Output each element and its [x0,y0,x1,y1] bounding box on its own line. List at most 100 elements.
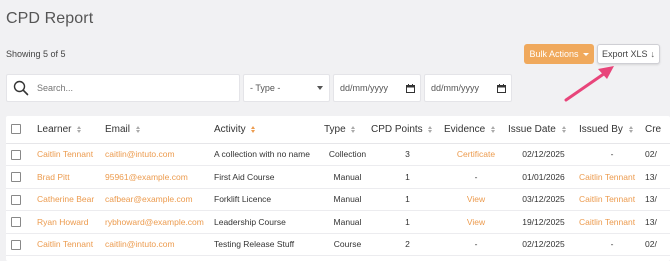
email-link[interactable]: caitlin@intuto.com [105,143,214,166]
email-link[interactable]: rybhoward@example.com [105,210,214,234]
column-label: Activity [214,123,246,135]
email-link-link[interactable]: caitlin@intuto.com [105,239,175,249]
row-checkbox[interactable] [11,194,21,205]
email-link-link[interactable]: cafbear@example.com [105,194,193,204]
email-link-link[interactable]: 95961@example.com [105,172,188,182]
column-header-created[interactable]: Cre [645,116,670,144]
learner-link-link[interactable]: Brad Pitt [37,172,70,182]
column-header-evidence[interactable]: Evidence [444,116,508,144]
column-header-issued-by[interactable]: Issued By [579,116,645,144]
sort-icon[interactable] [561,125,566,133]
sort-icon[interactable] [77,125,82,133]
issued-by-link[interactable]: Caitlin Tennant [579,217,635,227]
column-header-email[interactable]: Email [105,116,214,144]
column-header-learner[interactable]: Learner [37,116,105,144]
evidence-link[interactable]: Certificate [457,149,495,159]
created-cell-text: 02/ [645,239,657,250]
evidence-link[interactable]: View [467,217,485,227]
created-cell: 02/ [645,233,670,256]
issued-by-cell[interactable]: Caitlin Tennant [579,210,645,234]
sort-icon[interactable] [428,125,433,133]
sort-icon[interactable] [135,125,140,133]
learner-link[interactable]: Ryan Howard [37,210,105,234]
row-checkbox[interactable] [11,239,21,250]
issued-by-cell-text: - [610,239,614,250]
issued-by-link[interactable]: Caitlin Tennant [579,172,635,182]
email-link[interactable]: caitlin@intuto.com [105,233,214,256]
activity-cell: First Aid Course [214,165,324,189]
calendar-icon[interactable] [406,83,415,93]
learner-link-link[interactable]: Ryan Howard [37,217,89,227]
email-link-link[interactable]: caitlin@intuto.com [105,149,175,159]
issue-date-cell: 03/12/2025 [508,188,579,211]
email-link-link[interactable]: rybhoward@example.com [105,217,204,227]
learner-link[interactable]: Caitlin Tennant [37,143,105,166]
activity-cell-text: First Aid Course [214,171,275,182]
evidence-cell[interactable]: View [444,188,508,211]
learner-link[interactable]: Catherine Bear [37,188,105,211]
issue-date-cell-text: 19/12/2025 [522,216,565,227]
sort-icon[interactable] [490,125,495,133]
sort-icon[interactable] [251,125,256,133]
learner-link-link[interactable]: Caitlin Tennant [37,239,93,249]
search-input[interactable] [37,83,217,93]
evidence-cell[interactable]: View [444,210,508,234]
column-header-activity[interactable]: Activity [214,116,324,144]
bulk-actions-button[interactable]: Bulk Actions [524,44,594,64]
column-header-type[interactable]: Type [324,116,371,144]
evidence-cell-text: - [474,171,478,182]
row-checkbox[interactable] [11,217,21,228]
column-label: Type [324,123,346,135]
learner-link[interactable]: Brad Pitt [37,165,105,189]
select-all-cell [6,116,37,144]
learner-link-link[interactable]: Catherine Bear [37,194,94,204]
issued-by-cell-text: - [610,149,614,160]
row-select-cell [6,143,37,166]
issued-by-cell[interactable]: Caitlin Tennant [579,188,645,211]
search-box[interactable] [6,74,240,102]
issued-by-cell[interactable]: Caitlin Tennant [579,165,645,189]
select-all-checkbox[interactable] [11,124,21,135]
type-cell: Manual [324,210,371,234]
table-row: Catherine Bear cafbear@example.com Forklif… [6,188,670,211]
type-cell-text: Course [333,239,362,250]
email-link[interactable]: 95961@example.com [105,165,214,189]
cpd-points-cell-text: 2 [405,239,410,250]
cpd-points-cell: 2 [371,233,444,256]
search-icon [13,80,29,96]
export-xls-button[interactable]: Export XLS ↓ [597,44,660,64]
sort-icon[interactable] [351,125,356,133]
evidence-link[interactable]: View [467,194,485,204]
cpd-points-cell-text: 1 [405,171,410,182]
learner-link[interactable]: Caitlin Tennant [37,233,105,256]
row-checkbox[interactable] [11,149,21,160]
column-label: Email [105,123,131,135]
type-cell: Manual [324,188,371,211]
type-cell: Manual [324,165,371,189]
issue-date-cell-text: 01/01/2026 [522,171,565,182]
email-link[interactable]: cafbear@example.com [105,188,214,211]
issue-date-cell-text: 03/12/2025 [522,194,565,205]
date-to-input[interactable]: dd/mm/yyyy [424,74,512,102]
evidence-cell: - [444,233,508,256]
learner-link-link[interactable]: Caitlin Tennant [37,149,93,159]
created-cell: 13/ [645,210,670,234]
activity-cell-text: Leadership Course [214,216,286,227]
row-select-cell [6,165,37,189]
date-to-placeholder: dd/mm/yyyy [431,83,480,93]
type-filter-select[interactable]: - Type - [243,74,330,102]
evidence-cell[interactable]: Certificate [444,143,508,166]
column-header-issue-date[interactable]: Issue Date [508,116,579,144]
column-label: Cre [645,123,662,135]
calendar-icon[interactable] [497,83,506,93]
date-from-input[interactable]: dd/mm/yyyy [333,74,421,102]
sort-icon[interactable] [628,125,633,133]
download-arrow-icon: ↓ [650,49,656,59]
issued-by-cell: - [579,233,645,256]
column-header-cpd-points[interactable]: CPD Points [371,116,444,144]
row-checkbox[interactable] [11,172,21,183]
cpd-points-cell: 3 [371,143,444,166]
issued-by-link[interactable]: Caitlin Tennant [579,194,635,204]
issue-date-cell: 19/12/2025 [508,210,579,234]
activity-cell: Forklift Licence [214,188,324,211]
